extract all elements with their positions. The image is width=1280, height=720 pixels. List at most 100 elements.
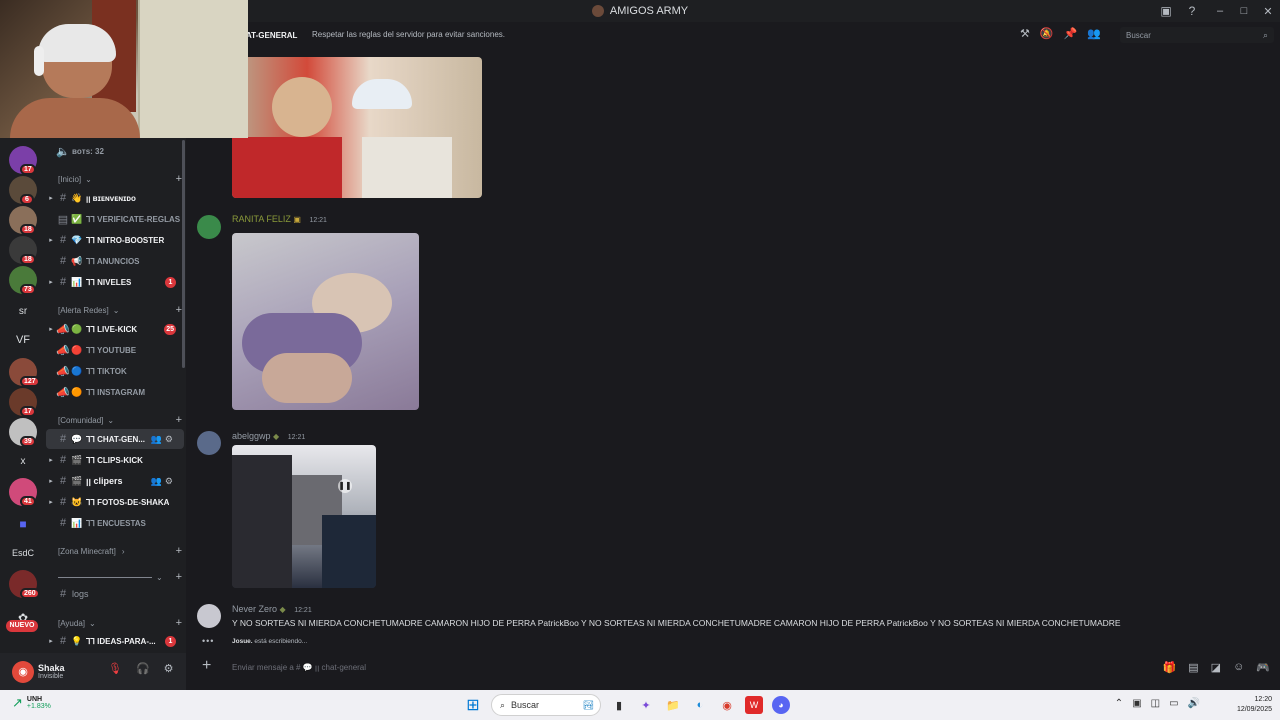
badge-icon: ◆	[273, 432, 280, 441]
channel-settings-icon[interactable]: 👥⚙	[151, 476, 176, 487]
channel-live-kick[interactable]: ▸ 📣 🟢 ꞁꞁ live-kick 25	[46, 319, 184, 339]
close-button[interactable]: ✕	[1256, 0, 1280, 22]
channel-topic: Respetar las reglas del servidor para ev…	[312, 30, 505, 39]
server-vf[interactable]: VF	[0, 334, 46, 346]
channel-youtube[interactable]: 📣 🔴 ꞁꞁ youtube	[46, 340, 184, 360]
chevron-down-icon: ⌄	[88, 618, 96, 628]
category-alerta-redes[interactable]: [Alerta Redes] ⌄ +	[58, 303, 182, 317]
deafen-icon[interactable]: 🎧	[136, 662, 150, 675]
channel-verificate[interactable]: ▤ ✅ ꞁꞁ verificate-reglas	[46, 209, 184, 229]
channel-clips-kick[interactable]: ▸ # 🎬 ꞁꞁ clips-kick	[46, 450, 184, 470]
avatar[interactable]: ◉	[12, 660, 34, 683]
taskbar-search[interactable]: ⌕ Buscar 🏞	[491, 694, 601, 716]
threads-icon[interactable]: ⚒	[1020, 27, 1030, 40]
window-title: AMIGOS ARMY	[609, 5, 689, 17]
megaphone-icon: 📣	[56, 386, 70, 399]
server-esdc[interactable]: EsdC	[0, 548, 46, 558]
channel-instagram[interactable]: 📣 🟠 ꞁꞁ instagram	[46, 382, 184, 402]
help-icon[interactable]: ?	[1184, 3, 1200, 19]
gif-icon[interactable]: ▤	[1188, 661, 1198, 674]
edge-icon[interactable]: ◐	[691, 696, 709, 714]
sticker-icon[interactable]: ◪	[1211, 661, 1221, 674]
add-attachment-button[interactable]: +	[202, 657, 211, 675]
volume-icon[interactable]: 🔊	[1188, 698, 1200, 709]
category-inicio[interactable]: [Inicio] ⌄ +	[58, 172, 182, 186]
emoji-icon[interactable]: ☺	[1233, 661, 1244, 674]
hash-icon: #	[59, 234, 67, 246]
category-ayuda[interactable]: [Ayuda] ⌄ +	[58, 616, 182, 630]
hash-icon: #	[59, 454, 67, 466]
channel-ideas[interactable]: ▸ # 💡 ꞁꞁ ideas-para-... 1	[46, 631, 184, 651]
channel-scrollbar[interactable]	[182, 140, 185, 368]
copilot-icon[interactable]: ✦	[637, 696, 655, 714]
channel-niveles[interactable]: ▸ # 📊 ꞁꞁ niveles 1	[46, 272, 184, 292]
channel-tiktok[interactable]: 📣 🔵 ꞁꞁ tiktok	[46, 361, 184, 381]
channel-anuncios[interactable]: # 📢 ꞁꞁ anuncios	[46, 251, 184, 271]
channel-encuestas[interactable]: # 📊 ꞁꞁ encuestas	[46, 513, 184, 533]
message-author[interactable]: Never Zero ◆ 12:21	[232, 604, 312, 614]
stock-widget[interactable]: ↗ UNH +1.83%	[12, 695, 51, 711]
message-input[interactable]: Enviar mensaje a # 💬 ꞁꞁ chat-general	[232, 663, 366, 672]
clock[interactable]: 12:20 12/09/2025	[1237, 695, 1272, 715]
apps-icon[interactable]: 🎮	[1256, 661, 1270, 674]
server-sr[interactable]: sr	[0, 306, 46, 317]
add-channel-icon[interactable]: +	[176, 617, 182, 629]
attachment-image[interactable]	[232, 233, 419, 410]
avatar[interactable]	[197, 604, 221, 628]
inbox-icon[interactable]: ▣	[1158, 3, 1174, 19]
avatar[interactable]	[197, 215, 221, 239]
hash-icon: #	[59, 276, 67, 288]
channel-name: at-general	[246, 31, 298, 40]
chrome-icon[interactable]: ◉	[718, 696, 736, 714]
battery-icon[interactable]: ▭	[1169, 698, 1178, 709]
channel-fotos-de-shaka[interactable]: ▸ # 😺 ꞁꞁ fotos-de-shaka	[46, 492, 184, 512]
megaphone-icon: 📣	[56, 365, 70, 378]
discord-icon[interactable]: ◕	[772, 696, 790, 714]
folder-icon[interactable]: ■	[9, 510, 37, 538]
members-icon[interactable]: 👥	[1087, 27, 1101, 40]
network-icon[interactable]: ◫	[1151, 698, 1160, 709]
channel-bots[interactable]: 🔈 ʙᴏᴛs: 32	[46, 141, 184, 161]
search-icon: ⌕	[1262, 29, 1268, 40]
pin-icon[interactable]: 📌	[1064, 27, 1078, 40]
chevron-down-icon: ⌄	[112, 305, 120, 315]
maximize-button[interactable]: □	[1232, 0, 1256, 22]
category-zona-minecraft[interactable]: [Zona Minecraft] › +	[58, 544, 182, 558]
attachment-image[interactable]	[232, 57, 482, 198]
message-author[interactable]: RANITA FELIZ ▣ 12:21	[232, 214, 327, 224]
hash-icon: #	[59, 192, 67, 204]
pause-icon[interactable]: ❚❚	[338, 479, 352, 493]
channel-clipers[interactable]: ▸ # 🎬 ꞁꞁ clipers 👥⚙	[46, 471, 184, 491]
chevron-right-icon: ›	[121, 546, 125, 556]
message-composer: + Enviar mensaje a # 💬 ꞁꞁ chat-general 🎁…	[186, 651, 1280, 687]
message-author[interactable]: abelggwp ◆ 12:21	[232, 431, 305, 441]
add-channel-icon[interactable]: +	[176, 545, 182, 557]
server-badge: 17	[20, 406, 36, 417]
avatar[interactable]	[197, 431, 221, 455]
mute-mic-icon[interactable]: 🎙	[108, 662, 122, 675]
minimize-button[interactable]: –	[1208, 0, 1232, 22]
app-icon[interactable]: W	[745, 696, 763, 714]
attachment-video[interactable]: ❚❚	[232, 445, 376, 588]
channel-bienvenido[interactable]: ▸ # 👋 ꞁꞁ ʙɪᴇɴᴠᴇɴɪᴅᴏ	[46, 188, 184, 208]
gear-icon[interactable]: ⚙	[164, 662, 174, 675]
chevron-up-icon[interactable]: ⌃	[1115, 698, 1123, 709]
channel-logs[interactable]: # logs	[46, 584, 184, 604]
start-icon[interactable]: ⊞	[464, 696, 482, 714]
chevron-right-icon: ▸	[49, 195, 53, 202]
add-channel-icon[interactable]: +	[176, 571, 182, 583]
file-explorer-icon[interactable]: 📁	[664, 696, 682, 714]
channel-settings-icon[interactable]: 👥⚙	[151, 434, 176, 445]
search-input[interactable]: Buscar ⌕	[1120, 27, 1274, 43]
gift-icon[interactable]: 🎁	[1163, 661, 1177, 674]
category-comunidad[interactable]: [Comunidad] ⌄ +	[58, 413, 182, 427]
tray-app-icon[interactable]: ▣	[1132, 698, 1141, 709]
channel-chat-general[interactable]: # 💬 ꞁꞁ chat-gen... 👥⚙	[46, 429, 184, 449]
add-channel-icon[interactable]: +	[176, 414, 182, 426]
hash-icon: #	[59, 517, 67, 529]
category-divider[interactable]: ⌄ +	[58, 570, 182, 584]
task-view-icon[interactable]: ▮	[610, 696, 628, 714]
channel-nitro[interactable]: ▸ # 💎 ꞁꞁ nitro-booster	[46, 230, 184, 250]
notifications-off-icon[interactable]: 🔕	[1040, 27, 1054, 40]
server-x[interactable]: x	[0, 456, 46, 467]
